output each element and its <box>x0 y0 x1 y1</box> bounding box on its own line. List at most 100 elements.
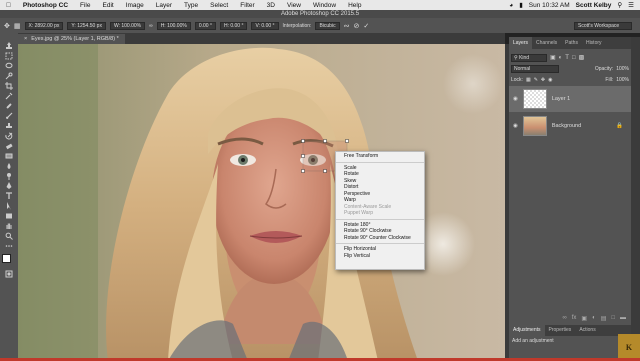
tab-close-icon[interactable]: × <box>24 34 27 44</box>
tab-adjustments[interactable]: Adjustments <box>509 325 545 336</box>
cancel-transform-icon[interactable]: ⊘ <box>353 22 359 30</box>
y-field[interactable]: Y: 1254.50 px <box>67 21 106 30</box>
menu-3d[interactable]: 3D <box>261 2 281 9</box>
menubar-user[interactable]: Scott Kelby <box>576 2 612 9</box>
x-field[interactable]: X: 2892.00 px <box>24 21 64 30</box>
history-brush-tool-icon[interactable] <box>4 131 14 140</box>
move-tool-icon[interactable] <box>4 41 14 50</box>
lock-pixels-icon[interactable]: ▦ <box>526 77 531 83</box>
eraser-tool-icon[interactable] <box>4 141 14 150</box>
apple-icon[interactable]:  <box>0 2 17 9</box>
opacity-value[interactable]: 100% <box>616 66 629 72</box>
more-tools-icon[interactable] <box>4 241 14 250</box>
tab-history[interactable]: History <box>582 37 606 49</box>
lock-paint-icon[interactable]: ✎ <box>534 77 538 83</box>
blend-mode-select[interactable]: Normal <box>511 64 559 73</box>
filter-pixel-icon[interactable]: ▣ <box>550 54 556 61</box>
gradient-tool-icon[interactable] <box>4 151 14 160</box>
add-mask-icon[interactable]: ▣ <box>581 315 587 322</box>
lock-all-icon[interactable]: ◉ <box>548 77 552 83</box>
layer-row[interactable]: ◉ Layer 1 <box>509 86 631 112</box>
color-swatches-icon[interactable] <box>2 254 16 268</box>
healing-brush-tool-icon[interactable] <box>4 101 14 110</box>
brush-tool-icon[interactable] <box>4 111 14 120</box>
layer-thumbnail <box>522 116 547 136</box>
hskew-field[interactable]: H: 0.00 ° <box>219 21 248 30</box>
menu-type[interactable]: Type <box>178 2 204 9</box>
link-icon[interactable]: ∞ <box>149 23 153 29</box>
spotlight-icon[interactable]: ⚲ <box>617 1 622 9</box>
clone-stamp-tool-icon[interactable] <box>4 121 14 130</box>
menu-select[interactable]: Select <box>204 2 234 9</box>
menu-file[interactable]: File <box>74 2 96 9</box>
lock-position-icon[interactable]: ✥ <box>541 77 545 83</box>
menu-help[interactable]: Help <box>342 2 367 9</box>
warp-icon[interactable]: ∾ <box>344 22 350 30</box>
menu-flip-vertical[interactable]: Flip Vertical <box>336 253 424 260</box>
tab-properties[interactable]: Properties <box>545 325 576 336</box>
filter-smart-object-icon[interactable]: ▩ <box>579 54 585 61</box>
menu-image[interactable]: Image <box>120 2 150 9</box>
zoom-tool-icon[interactable] <box>4 231 14 240</box>
adjustment-layer-icon[interactable]: ◐ <box>592 315 596 321</box>
menu-app-name[interactable]: Photoshop CC <box>17 2 74 9</box>
new-layer-icon[interactable]: □ <box>611 315 615 321</box>
layer-name[interactable]: Layer 1 <box>552 96 570 102</box>
trash-icon[interactable]: ▬ <box>620 315 626 321</box>
tab-channels[interactable]: Channels <box>532 37 561 49</box>
height-field[interactable]: H: 100.00% <box>156 21 191 30</box>
folder-icon[interactable]: ▤ <box>601 315 607 322</box>
filter-type-icon[interactable]: T <box>565 55 569 61</box>
fill-value[interactable]: 100% <box>616 77 629 83</box>
menu-filter[interactable]: Filter <box>234 2 260 9</box>
quick-select-tool-icon[interactable] <box>4 71 14 80</box>
move-tool-icon[interactable]: ✥ <box>4 22 10 30</box>
lock-row: Lock: ▦ ✎ ✥ ◉ Fill: 100% <box>511 75 629 84</box>
eye-icon[interactable]: ◉ <box>513 123 518 129</box>
commit-transform-icon[interactable]: ✓ <box>363 22 369 30</box>
menu-layer[interactable]: Layer <box>150 2 178 9</box>
menu-separator <box>336 161 424 163</box>
menubar-clock[interactable]: Sun 10:32 AM <box>529 2 570 9</box>
interpolation-select[interactable]: Bicubic <box>315 21 340 30</box>
vskew-field[interactable]: V: 0.00 ° <box>251 21 279 30</box>
document-tab[interactable]: × Eyes.jpg @ 25% (Layer 1, RGB/8) * <box>18 34 125 44</box>
blur-tool-icon[interactable] <box>4 161 14 170</box>
dodge-tool-icon[interactable] <box>4 171 14 180</box>
type-tool-icon[interactable] <box>4 191 14 200</box>
fx-icon[interactable]: fx <box>572 315 577 321</box>
eyedropper-tool-icon[interactable] <box>4 91 14 100</box>
angle-field[interactable]: 0.00 ° <box>194 21 216 30</box>
hand-tool-icon[interactable] <box>4 221 14 230</box>
menu-free-transform[interactable]: Free Transform <box>336 153 424 160</box>
wifi-icon[interactable]: ◕ <box>509 2 513 9</box>
width-field[interactable]: W: 100.00% <box>109 21 146 30</box>
menu-rotate-90-ccw[interactable]: Rotate 90° Counter Clockwise <box>336 235 424 242</box>
path-selection-tool-icon[interactable] <box>4 201 14 210</box>
layer-kind-select[interactable]: ⚲ Kind <box>511 53 547 62</box>
menu-edit[interactable]: Edit <box>97 2 120 9</box>
lasso-tool-icon[interactable] <box>4 61 14 70</box>
notifications-icon[interactable]: ☰ <box>628 1 634 9</box>
workspace-select[interactable]: Scott's Workspace <box>574 21 632 30</box>
filter-shape-icon[interactable]: □ <box>572 55 576 61</box>
menu-window[interactable]: Window <box>307 2 342 9</box>
quick-mask-icon[interactable] <box>4 269 14 278</box>
crop-tool-icon[interactable] <box>4 81 14 90</box>
layer-name[interactable]: Background <box>552 123 581 129</box>
tab-paths[interactable]: Paths <box>561 37 582 49</box>
layer-row[interactable]: ◉ Background 🔒 <box>509 113 631 139</box>
marquee-tool-icon[interactable] <box>4 51 14 60</box>
pen-tool-icon[interactable] <box>4 181 14 190</box>
eye-icon[interactable]: ◉ <box>513 96 518 102</box>
tools-panel <box>0 33 18 361</box>
menu-view[interactable]: View <box>281 2 307 9</box>
battery-icon[interactable]: ▮ <box>519 1 523 9</box>
filter-adjustment-icon[interactable]: ◐ <box>559 55 563 61</box>
tab-layers[interactable]: Layers <box>509 37 533 49</box>
tab-actions[interactable]: Actions <box>575 325 599 336</box>
reference-point-icon[interactable]: ▦ <box>14 22 21 30</box>
rectangle-tool-icon[interactable] <box>4 211 14 220</box>
link-layers-icon[interactable]: ∞ <box>562 315 566 321</box>
document-canvas[interactable] <box>18 44 505 361</box>
